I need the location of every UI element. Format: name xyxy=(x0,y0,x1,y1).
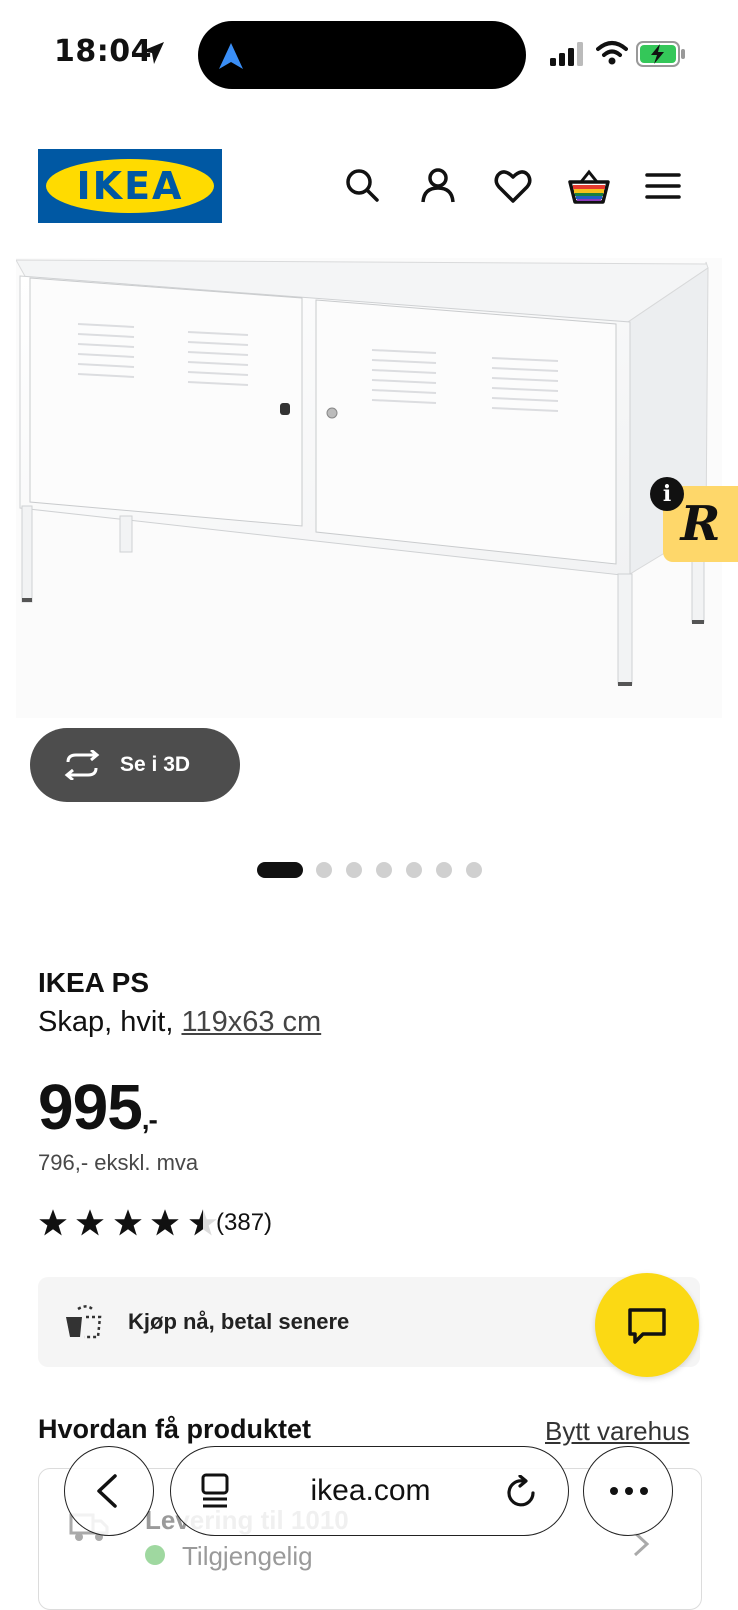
pagination-dot[interactable] xyxy=(346,862,362,878)
how-to-get-heading: Hvordan få produktet xyxy=(38,1414,312,1444)
ikea-logo[interactable]: IKEA xyxy=(38,149,222,223)
product-image[interactable] xyxy=(15,258,722,718)
gallery-pagination xyxy=(0,862,738,880)
info-badge-icon[interactable]: i xyxy=(650,477,684,511)
more-dots-icon xyxy=(610,1487,648,1495)
browser-back-button[interactable] xyxy=(64,1446,154,1536)
pagination-dot[interactable] xyxy=(466,862,482,878)
chat-button[interactable] xyxy=(595,1273,699,1377)
user-icon[interactable] xyxy=(418,166,458,206)
view-in-3d-button[interactable]: Se i 3D xyxy=(30,728,240,802)
pagination-dot[interactable] xyxy=(376,862,392,878)
product-size-link[interactable]: 119x63 cm xyxy=(181,1006,321,1038)
address-bar[interactable]: ikea.com xyxy=(170,1446,569,1536)
review-count[interactable]: (387) xyxy=(216,1209,272,1237)
pagination-dot-active[interactable] xyxy=(257,862,303,878)
availability-status: Tilgjengelig xyxy=(182,1541,313,1571)
rotate-3d-icon xyxy=(64,750,100,780)
star-full-icon xyxy=(76,1209,105,1236)
product-description: Skap, hvit, 119x63 cm xyxy=(38,1006,321,1039)
rating-stars[interactable] xyxy=(38,1208,221,1242)
price-ex-vat: 796,- ekskl. mva xyxy=(38,1150,199,1175)
product-type: Skap, hvit, xyxy=(38,1006,182,1038)
signal-icon xyxy=(550,42,583,66)
status-time: 18:04 xyxy=(54,34,152,69)
location-arrow-icon xyxy=(142,42,164,64)
browser-more-button[interactable] xyxy=(583,1446,673,1536)
battery-charging-icon xyxy=(636,41,685,67)
pay-later-icon xyxy=(66,1305,102,1339)
change-store-link[interactable]: Bytt varehus xyxy=(545,1416,690,1447)
availability-dot xyxy=(145,1545,165,1565)
view-in-3d-label: Se i 3D xyxy=(120,753,191,776)
chat-bubble-icon xyxy=(628,1308,666,1344)
product-price: 995,- xyxy=(38,1070,158,1144)
product-name: IKEA PS xyxy=(38,967,149,998)
heart-icon[interactable] xyxy=(493,166,533,206)
price-main: 995 xyxy=(38,1071,143,1143)
price-suffix: ,- xyxy=(141,1104,158,1135)
chevron-left-icon xyxy=(97,1474,117,1508)
pagination-dot[interactable] xyxy=(436,862,452,878)
star-full-icon xyxy=(114,1209,142,1236)
navigation-arrow-icon xyxy=(219,43,243,69)
basket-icon[interactable] xyxy=(567,166,611,206)
status-bar: 18:04 xyxy=(0,0,738,110)
menu-icon[interactable] xyxy=(643,166,683,206)
star-full-icon xyxy=(39,1209,67,1236)
logo-text: IKEA xyxy=(76,164,184,208)
search-icon[interactable] xyxy=(343,166,383,206)
pagination-dot[interactable] xyxy=(406,862,422,878)
wifi-icon xyxy=(596,41,628,65)
dynamic-island xyxy=(198,21,526,89)
star-full-icon xyxy=(151,1209,180,1236)
star-half-icon xyxy=(189,1209,217,1236)
cabinet-illustration xyxy=(15,259,709,686)
pagination-dot[interactable] xyxy=(316,862,332,878)
reload-icon[interactable] xyxy=(505,1475,539,1509)
pay-later-label: Kjøp nå, betal senere xyxy=(128,1309,350,1334)
